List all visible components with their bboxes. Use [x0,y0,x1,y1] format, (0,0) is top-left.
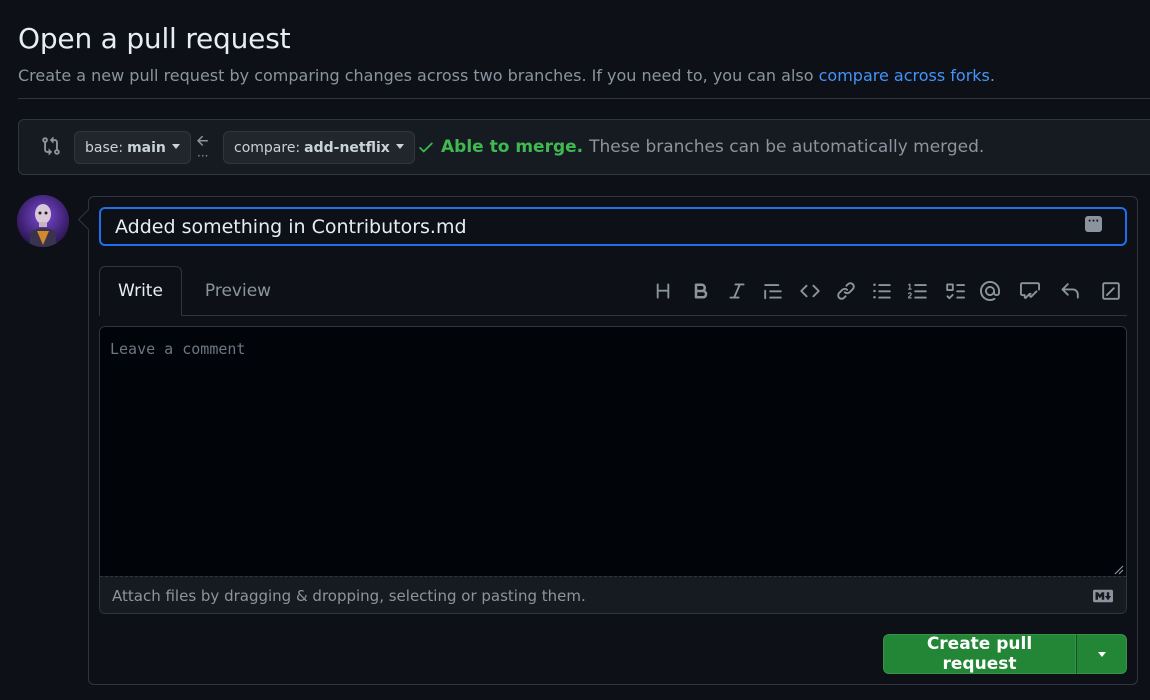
reference-icon[interactable] [1019,280,1041,302]
ellipsis-icon: ··· [197,149,209,163]
diff-icon[interactable] [1100,280,1122,302]
create-pull-request-button[interactable]: Create pull request [883,634,1076,674]
compare-branch-button[interactable]: compare: add-netflix [223,131,415,164]
task-list-icon[interactable] [944,280,966,302]
base-value: main [127,139,166,156]
chevron-down-icon [395,143,404,149]
create-pr-button-group: Create pull request [883,634,1127,674]
tab-preview[interactable]: Preview [195,266,281,316]
unordered-list-icon[interactable] [871,280,893,302]
comment-textarea[interactable] [100,327,1126,576]
create-options-dropdown[interactable] [1076,634,1127,674]
compare-label: compare: [234,139,301,156]
more-options-icon[interactable]: ··· [1085,216,1102,232]
chevron-down-icon [171,143,180,149]
ordered-list-icon[interactable] [907,280,929,302]
comment-editor: Attach files by dragging & dropping, sel… [99,326,1127,614]
subtitle-end: . [989,66,995,85]
reply-icon[interactable] [1059,280,1081,302]
markdown-icon[interactable] [1093,589,1113,603]
tab-write[interactable]: Write [99,266,182,316]
check-icon [419,142,433,153]
avatar[interactable] [17,195,69,247]
italic-icon[interactable] [726,280,748,302]
merge-status-label: Able to merge. [441,137,584,157]
arrow-left-icon [197,135,208,146]
subtitle-text: Create a new pull request by comparing c… [18,66,819,85]
bold-icon[interactable] [690,280,712,302]
branch-range-editor: base: main ··· compare: add-netflix Able… [18,119,1150,175]
compare-forks-link[interactable]: compare across forks [819,66,990,85]
editor-tabs: Write Preview [99,266,1127,316]
chevron-down-icon [1097,651,1106,657]
heading-icon[interactable] [652,280,674,302]
resize-handle-icon[interactable] [1114,565,1124,575]
merge-status: Able to merge. These branches can be aut… [417,137,984,157]
code-icon[interactable] [799,280,821,302]
page-title: Open a pull request [18,22,291,55]
link-icon[interactable] [835,280,857,302]
mention-icon[interactable] [979,280,1001,302]
attach-files-text: Attach files by dragging & dropping, sel… [112,586,586,605]
pull-request-title-input[interactable] [99,207,1127,246]
compare-value: add-netflix [304,139,390,156]
file-attachment-bar[interactable]: Attach files by dragging & dropping, sel… [100,576,1126,613]
quote-icon[interactable] [762,280,784,302]
page-subtitle: Create a new pull request by comparing c… [18,66,995,85]
header-divider [18,98,1150,99]
merge-status-description: These branches can be automatically merg… [589,137,985,157]
base-branch-button[interactable]: base: main [74,131,191,164]
git-compare-icon [42,136,60,156]
base-label: base: [85,139,124,156]
